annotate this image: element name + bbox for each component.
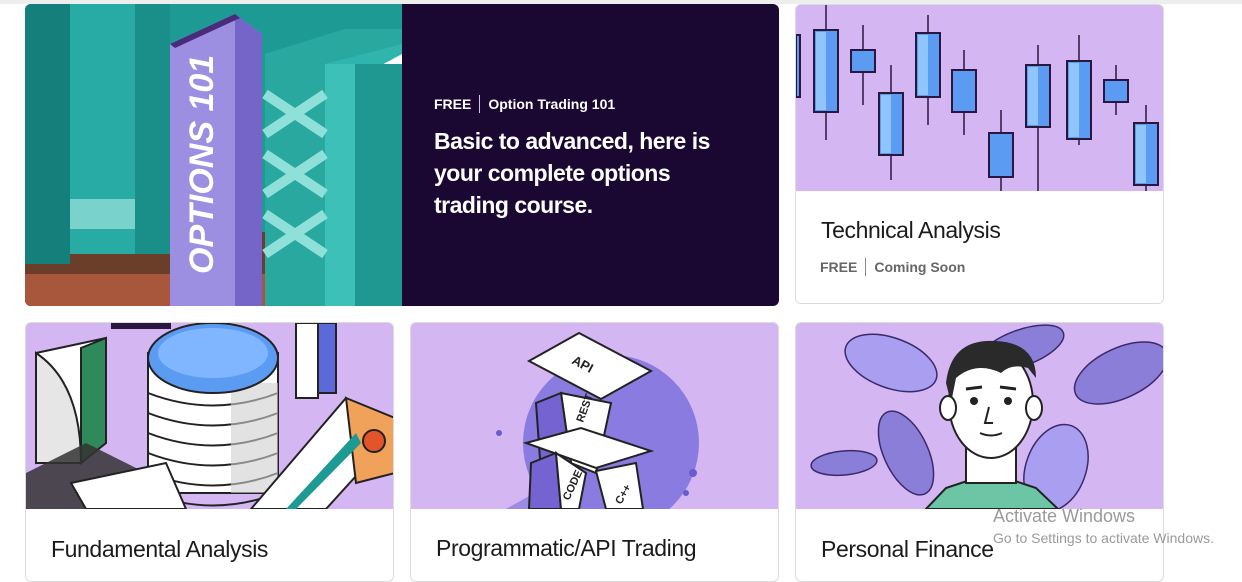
options-101-hero-card[interactable]: OPTIONS 101 FREE Option Trading 101 Basi… xyxy=(25,4,779,306)
fundamental-analysis-card[interactable]: Fundamental Analysis xyxy=(25,322,394,582)
database-illustration xyxy=(26,323,393,509)
meta-separator xyxy=(865,258,867,276)
man-with-coins-illustration xyxy=(796,323,1163,509)
free-badge: FREE xyxy=(820,259,858,275)
status-text: Coming Soon xyxy=(874,259,966,275)
course-name: Option Trading 101 xyxy=(488,96,616,112)
card-title: Programmatic/API Trading xyxy=(436,535,697,561)
books-illustration: OPTIONS 101 xyxy=(25,4,402,306)
card-house-illustration: API REST CODE C++ xyxy=(411,323,778,509)
hero-headline: Basic to advanced, here is your complete… xyxy=(434,128,710,218)
card-title: Personal Finance xyxy=(821,536,994,562)
api-trading-card[interactable]: API REST CODE C++ Programmatic/API Tradi… xyxy=(410,322,779,582)
meta-separator xyxy=(479,95,481,113)
personal-finance-card[interactable]: Personal Finance xyxy=(795,322,1164,582)
technical-analysis-card[interactable]: Technical Analysis FREE Coming Soon xyxy=(795,4,1164,304)
card-title: Fundamental Analysis xyxy=(51,536,269,562)
book-spine-label: OPTIONS 101 xyxy=(183,55,221,274)
candlestick-illustration xyxy=(796,5,1163,191)
free-badge: FREE xyxy=(434,96,472,112)
card-title: Technical Analysis xyxy=(821,217,1001,243)
